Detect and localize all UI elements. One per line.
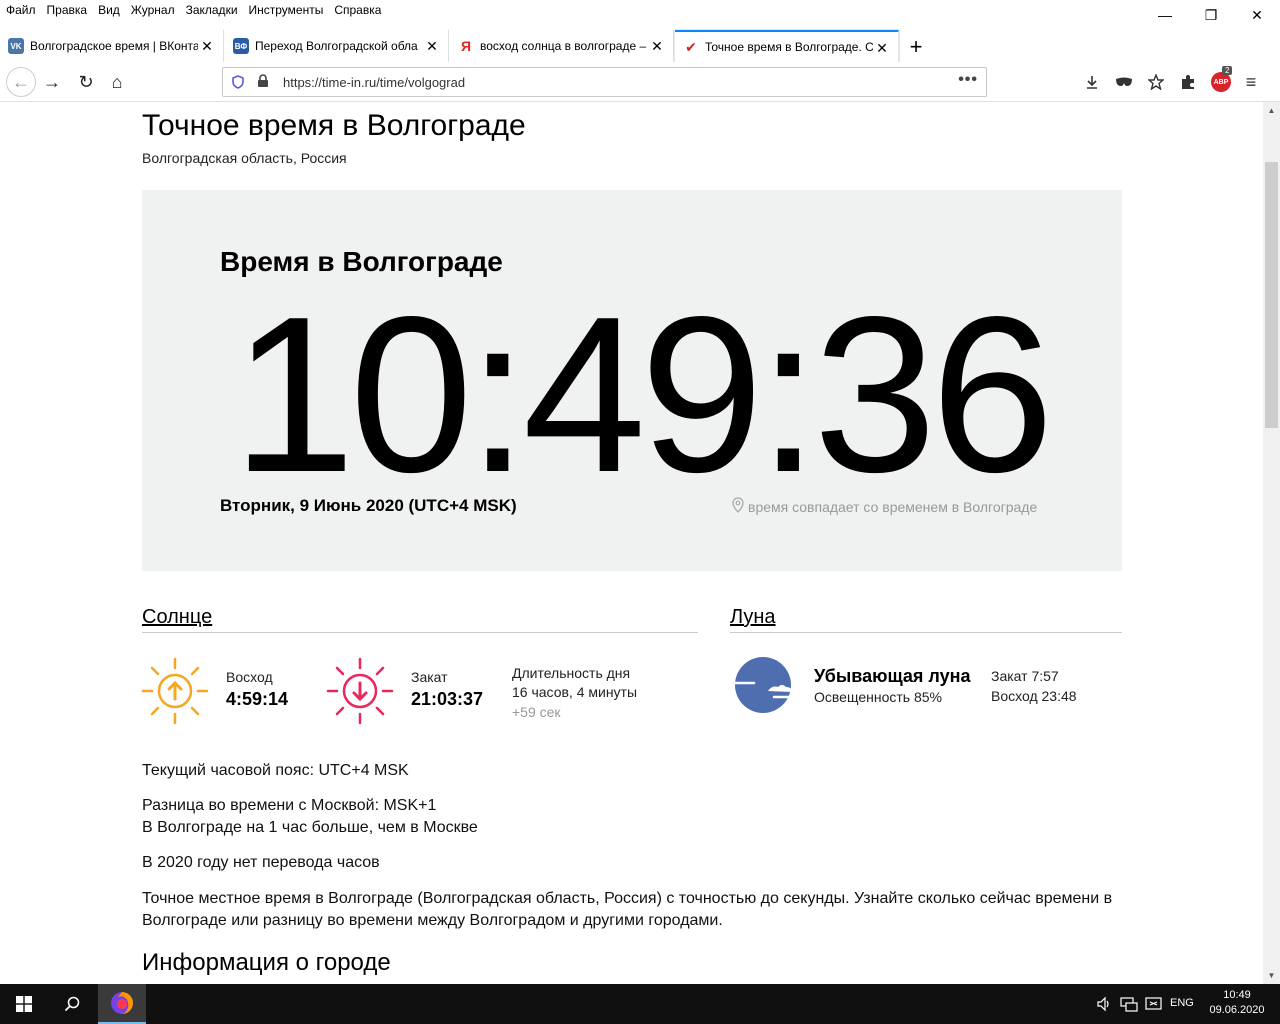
tab-title: Точное время в Волгограде. С: [705, 40, 873, 54]
minimize-icon[interactable]: —: [1142, 0, 1188, 30]
moon-section-title[interactable]: Луна: [730, 606, 776, 629]
moon-icon: [728, 655, 798, 720]
day-length-value: 16 часов, 4 минуты: [512, 684, 638, 700]
city-info-heading: Информация о городе: [142, 949, 391, 976]
day-length-delta: +59 сек: [512, 704, 561, 720]
close-icon[interactable]: ✕: [424, 38, 440, 55]
moscow-diff-explain: В Волгограде на 1 час больше, чем в Моск…: [142, 819, 478, 836]
clock-note: время совпадает со временем в Волгограде: [732, 497, 1037, 516]
reload-button[interactable]: ↻: [72, 68, 100, 96]
dst-text: В 2020 году нет перевода часов: [142, 854, 380, 871]
adblock-icon[interactable]: ABP: [1211, 72, 1231, 92]
page-title: Точное время в Волгограде: [142, 109, 526, 142]
timezone-text: Текущий часовой пояс: UTC+4 MSK: [142, 762, 409, 779]
clock-time: 10:49:36: [232, 271, 1054, 519]
windows-start-icon[interactable]: [0, 984, 48, 1024]
scroll-down-icon[interactable]: ▼: [1263, 967, 1280, 984]
taskbar: ENG 10:49 09.06.2020: [0, 984, 1280, 1024]
firefox-taskbar-icon[interactable]: [98, 984, 146, 1024]
close-icon[interactable]: ✕: [874, 40, 890, 57]
tab-time-in[interactable]: ✔ Точное время в Волгограде. С ✕: [675, 30, 899, 62]
sun-section-title[interactable]: Солнце: [142, 606, 212, 629]
taskbar-clock[interactable]: 10:49 09.06.2020: [1204, 988, 1270, 1018]
taskbar-date: 09.06.2020: [1209, 1004, 1265, 1016]
url-text[interactable]: https://time-in.ru/time/volgograd: [283, 75, 465, 90]
vk-icon: VK: [8, 38, 24, 54]
yandex-icon: Я: [460, 38, 472, 54]
lock-icon[interactable]: [257, 74, 269, 91]
description-text: Точное местное время в Волгограде (Волго…: [142, 890, 1113, 929]
volume-icon[interactable]: [1096, 996, 1112, 1015]
nav-bar: ← → ↻ ⌂ https://time-in.ru/time/volgogra…: [0, 62, 1280, 102]
language-indicator[interactable]: ENG: [1170, 997, 1194, 1009]
mask-icon[interactable]: [1113, 71, 1135, 93]
maximize-icon[interactable]: ❐: [1188, 0, 1234, 30]
taskbar-time: 10:49: [1223, 989, 1251, 1001]
star-icon[interactable]: [1145, 71, 1167, 93]
day-length-label: Длительность дня: [512, 665, 631, 681]
page-subtitle: Волгоградская область, Россия: [142, 150, 347, 166]
close-icon[interactable]: ✕: [649, 38, 665, 55]
sun-divider: [142, 632, 698, 633]
clock-box: Время в Волгограде 10:49:36 Вторник, 9 И…: [142, 190, 1122, 571]
window-controls: — ❐ ✕: [1142, 0, 1280, 30]
moscow-diff-text: Разница во времени с Москвой: MSK+1: [142, 797, 437, 814]
sunrise-label: Восход: [226, 669, 273, 685]
tab-bar: VK Волгоградское время | ВКонта ✕ ВФ Пер…: [0, 30, 1280, 62]
back-button[interactable]: ←: [6, 67, 36, 97]
scrollbar-thumb[interactable]: [1265, 162, 1278, 428]
adblock-badge: 2: [1222, 66, 1233, 75]
menu-bookmarks[interactable]: Закладки: [186, 3, 238, 17]
moonset-time: Закат 7:57: [991, 668, 1059, 684]
page-actions-icon[interactable]: •••: [958, 71, 978, 89]
moon-divider: [730, 632, 1122, 633]
vf-icon: ВФ: [233, 38, 249, 54]
tab-title: Волгоградское время | ВКонта: [30, 39, 198, 53]
network-icon[interactable]: [1120, 996, 1138, 1015]
clock-note-text: время совпадает со временем в Волгограде: [748, 498, 1038, 515]
moon-illumination: Освещенность 85%: [814, 689, 942, 705]
puzzle-icon[interactable]: [1177, 71, 1199, 93]
menu-items: Файл Правка Вид Журнал Закладки Инструме…: [6, 3, 392, 17]
scroll-up-icon[interactable]: ▲: [1263, 102, 1280, 119]
close-icon[interactable]: ✕: [199, 38, 215, 55]
menu-help[interactable]: Справка: [334, 3, 381, 17]
url-bar[interactable]: https://time-in.ru/time/volgograd •••: [222, 67, 987, 97]
menu-file[interactable]: Файл: [6, 3, 36, 17]
forward-button[interactable]: →: [38, 68, 66, 96]
page-content: Точное время в Волгограде Волгоградская …: [0, 102, 1263, 984]
sunset-icon: [325, 656, 395, 731]
menu-edit[interactable]: Правка: [47, 3, 88, 17]
tab-vf[interactable]: ВФ Переход Волгоградской обла ✕: [225, 30, 449, 62]
sunset-label: Закат: [411, 669, 448, 685]
tab-title: Переход Волгоградской обла: [255, 39, 418, 53]
moon-phase: Убывающая луна: [814, 666, 971, 686]
checkmark-icon: ✔: [685, 38, 697, 55]
hamburger-menu-icon[interactable]: ≡: [1240, 71, 1262, 93]
menu-tools[interactable]: Инструменты: [249, 3, 324, 17]
moonrise-time: Восход 23:48: [991, 688, 1077, 704]
tab-title: восход солнца в волгограде –: [480, 39, 647, 53]
sunrise-icon: [140, 656, 210, 731]
tab-yandex[interactable]: Я восход солнца в волгограде – ✕: [450, 30, 674, 62]
sunset-time: 21:03:37: [411, 689, 484, 709]
new-tab-button[interactable]: +: [904, 34, 928, 60]
shield-icon[interactable]: [231, 75, 245, 92]
sunrise-time: 4:59:14: [226, 689, 289, 709]
menu-history[interactable]: Журнал: [131, 3, 175, 17]
download-icon[interactable]: [1081, 71, 1103, 93]
menu-bar: Файл Правка Вид Журнал Закладки Инструме…: [0, 0, 1280, 23]
notification-icon[interactable]: [1145, 996, 1163, 1015]
location-pin-icon: [732, 497, 744, 516]
search-icon[interactable]: [48, 984, 96, 1024]
menu-view[interactable]: Вид: [98, 3, 120, 17]
tab-vk[interactable]: VK Волгоградское время | ВКонта ✕: [0, 30, 224, 62]
close-window-icon[interactable]: ✕: [1234, 0, 1280, 30]
home-button[interactable]: ⌂: [103, 68, 131, 96]
page-scrollbar[interactable]: ▲ ▼: [1263, 102, 1280, 984]
clock-date: Вторник, 9 Июнь 2020 (UTC+4 MSK): [220, 496, 517, 515]
